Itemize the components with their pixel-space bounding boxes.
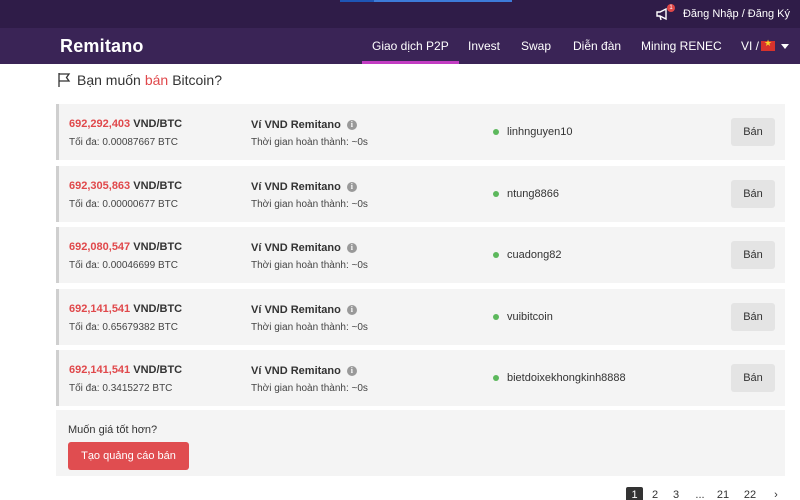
offer-user[interactable]: ntung8866	[493, 188, 559, 200]
offer-time: Thời gian hoàn thành: ~0s	[251, 260, 368, 271]
flag-icon	[58, 73, 71, 87]
info-icon[interactable]: i	[346, 243, 357, 253]
remitano-logo[interactable]: Remitano	[60, 36, 144, 57]
offer-user[interactable]: vuibitcoin	[493, 311, 553, 323]
nav-mining-renec[interactable]: Mining RENEC	[641, 28, 722, 64]
chevron-down-icon[interactable]	[781, 44, 789, 49]
nav-invest[interactable]: Invest	[468, 28, 500, 64]
notification-badge: 1	[667, 4, 675, 12]
offer-time: Thời gian hoàn thành: ~0s	[251, 137, 368, 148]
offer-time: Thời gian hoàn thành: ~0s	[251, 198, 368, 210]
page-title-prefix: Bạn muốn	[77, 72, 141, 88]
page-ellipsis: ...	[695, 489, 705, 500]
offer-row: 692,305,863 VND/BTC Tối đa: 0.00000677 B…	[56, 165, 785, 222]
page-3[interactable]: 3	[669, 487, 683, 500]
language-selector[interactable]: VI /	[741, 28, 759, 64]
top-bar: 1 Đăng Nhập / Đăng Ký	[0, 0, 800, 28]
sell-button[interactable]: Bán	[731, 241, 775, 269]
info-icon[interactable]: i	[346, 181, 357, 192]
offer-wallet: Ví VND Remitano i	[251, 242, 357, 254]
info-icon[interactable]: i	[346, 120, 357, 130]
offer-max: Tối đa: 0.3415272 BTC	[69, 383, 173, 394]
page-22[interactable]: 22	[741, 487, 759, 500]
page-21[interactable]: 21	[714, 487, 732, 500]
offer-price: 692,292,403 VND/BTC	[69, 118, 183, 130]
offer-user[interactable]: cuadong82	[493, 249, 561, 261]
offer-max: Tối đa: 0.65679382 BTC	[69, 321, 178, 333]
offer-row: 692,141,541 VND/BTC Tối đa: 0.3415272 BT…	[56, 350, 785, 406]
login-register-link[interactable]: Đăng Nhập / Đăng Ký	[683, 8, 790, 20]
info-icon[interactable]: i	[346, 304, 357, 315]
page-2[interactable]: 2	[648, 487, 662, 500]
page-title-action: bán	[144, 72, 169, 88]
offer-price: 692,141,541 VND/BTC	[69, 364, 183, 376]
sell-button[interactable]: Bán	[731, 179, 775, 208]
offer-max: Tối đa: 0.00000677 BTC	[69, 198, 178, 210]
nav-forum[interactable]: Diễn đàn	[573, 28, 621, 64]
better-price-panel: Muốn giá tốt hơn? Tạo quảng cáo bán	[56, 410, 785, 476]
offer-max: Tối đa: 0.00046699 BTC	[69, 260, 178, 271]
offer-wallet: Ví VND Remitano i	[251, 304, 357, 316]
offer-price: 692,305,863 VND/BTC	[69, 179, 183, 192]
offer-row: 692,080,547 VND/BTC Tối đa: 0.00046699 B…	[56, 227, 785, 283]
page-1[interactable]: 1	[626, 487, 643, 500]
offer-row: 692,141,541 VND/BTC Tối đa: 0.65679382 B…	[56, 288, 785, 345]
offer-time: Thời gian hoàn thành: ~0s	[251, 383, 368, 394]
offer-wallet: Ví VND Remitano i	[251, 365, 357, 377]
create-sell-ad-button[interactable]: Tạo quảng cáo bán	[68, 442, 189, 470]
offer-user[interactable]: linhnguyen10	[493, 126, 572, 138]
vietnam-flag-icon[interactable]: ★	[761, 38, 775, 51]
online-status-icon	[493, 190, 499, 197]
page-title: Bạn muốn bán Bitcoin?	[57, 72, 222, 88]
online-status-icon	[493, 252, 499, 258]
sell-button[interactable]: Bán	[731, 302, 775, 331]
offer-row: 692,292,403 VND/BTC Tối đa: 0.00087667 B…	[56, 104, 785, 160]
info-icon[interactable]: i	[346, 366, 357, 376]
better-price-question: Muốn giá tốt hơn?	[68, 424, 158, 436]
main-nav: Remitano Giao dịch P2P Invest Swap Diễn …	[0, 28, 800, 64]
sell-button[interactable]: Bán	[731, 364, 775, 392]
online-status-icon	[493, 313, 499, 320]
next-page-icon[interactable]: ›	[770, 487, 782, 500]
online-status-icon	[493, 129, 499, 135]
offer-price: 692,141,541 VND/BTC	[69, 302, 183, 315]
offer-max: Tối đa: 0.00087667 BTC	[69, 137, 178, 148]
offer-wallet: Ví VND Remitano i	[251, 181, 357, 193]
nav-giao-dich-p2p[interactable]: Giao dịch P2P	[362, 28, 459, 64]
nav-swap[interactable]: Swap	[521, 28, 551, 64]
pagination: 1 2 3 ... 21 22 ›	[0, 487, 800, 500]
top-accent-line-dark	[340, 0, 374, 2]
offer-list: 692,292,403 VND/BTC Tối đa: 0.00087667 B…	[56, 104, 785, 412]
sell-button[interactable]: Bán	[731, 118, 775, 146]
offer-wallet: Ví VND Remitano i	[251, 119, 357, 131]
online-status-icon	[493, 375, 499, 381]
offer-time: Thời gian hoàn thành: ~0s	[251, 321, 368, 333]
offer-user[interactable]: bietdoixekhongkinh8888	[493, 372, 626, 384]
page-title-suffix: Bitcoin?	[172, 72, 222, 88]
offer-price: 692,080,547 VND/BTC	[69, 241, 183, 253]
